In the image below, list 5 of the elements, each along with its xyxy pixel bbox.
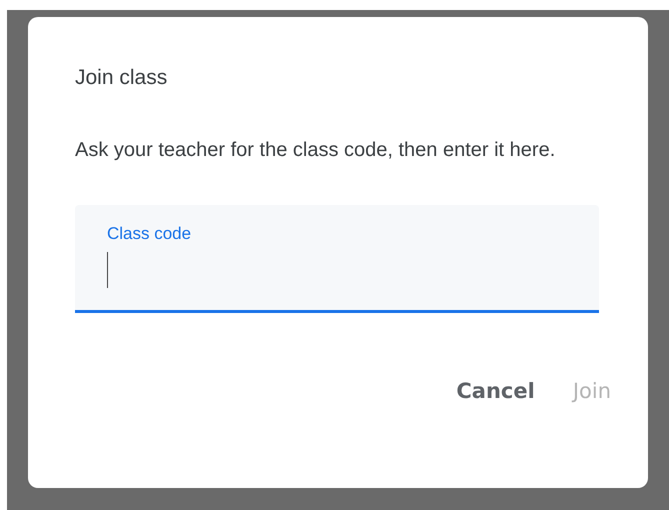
- text-cursor: [107, 252, 108, 288]
- class-code-field[interactable]: Class code: [75, 205, 599, 313]
- dialog-message: Ask your teacher for the class code, then enter it here.: [75, 138, 556, 163]
- cancel-button[interactable]: Cancel: [452, 377, 539, 405]
- dialog-title: Join class: [75, 65, 168, 91]
